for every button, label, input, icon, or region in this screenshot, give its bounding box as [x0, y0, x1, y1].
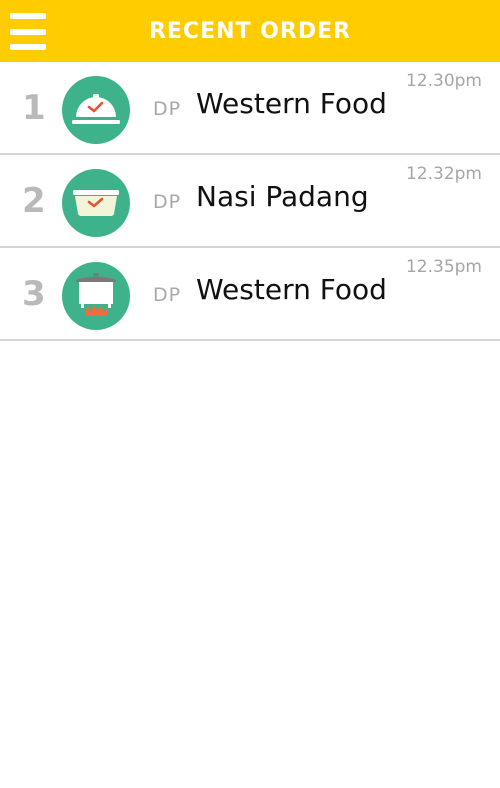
order-name: Nasi Padang — [196, 180, 369, 213]
menu-bar-top — [10, 13, 46, 19]
order-code: DP — [153, 191, 182, 213]
page-title: RECENT ORDER — [148, 18, 352, 44]
order-code: DP — [153, 98, 182, 120]
order-name: Western Food — [196, 87, 387, 120]
menu-bar-bottom — [10, 44, 46, 50]
order-time: 12.30pm — [405, 71, 482, 91]
app-screen: RECENT ORDER 1 DP Western Food 12.30pm 2… — [0, 0, 500, 788]
food-bowl-graphic — [73, 190, 119, 216]
food-cloche-graphic — [72, 94, 120, 124]
order-row-1[interactable]: 1 DP Western Food 12.30pm — [0, 62, 500, 155]
order-row-3[interactable]: 3 DP Western Food 12.35pm — [0, 248, 500, 341]
order-row-2[interactable]: 2 DP Nasi Padang 12.32pm — [0, 155, 500, 248]
order-number: 2 — [22, 181, 46, 221]
cooking-pot-graphic — [76, 273, 116, 316]
hamburger-menu-icon[interactable] — [10, 13, 46, 51]
cooking-pot-icon — [62, 262, 130, 330]
food-cloche-icon — [62, 76, 130, 144]
top-bar: RECENT ORDER — [0, 0, 500, 62]
order-time: 12.35pm — [405, 257, 482, 277]
order-time: 12.32pm — [405, 164, 482, 184]
order-number: 3 — [22, 274, 46, 314]
order-number: 1 — [22, 88, 46, 128]
order-name: Western Food — [196, 273, 387, 306]
order-code: DP — [153, 284, 182, 306]
food-bowl-icon — [62, 169, 130, 237]
menu-bar-middle — [10, 29, 46, 35]
order-list: 1 DP Western Food 12.30pm 2 DP Nasi Pada… — [0, 62, 500, 341]
